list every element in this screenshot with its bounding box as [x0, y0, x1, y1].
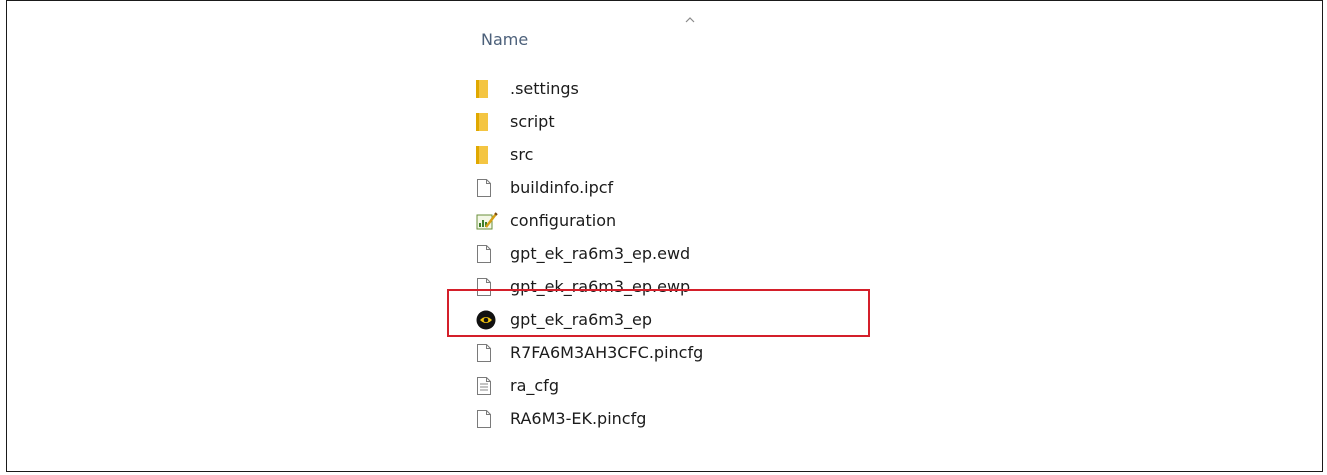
file-icon [476, 342, 498, 364]
file-name: R7FA6M3AH3CFC.pincfg [510, 342, 704, 362]
file-name: gpt_ek_ra6m3_ep [510, 309, 653, 329]
configuration-icon [476, 210, 498, 232]
text-file-icon [476, 375, 498, 397]
list-item-r7fa6m3-pincfg[interactable]: R7FA6M3AH3CFC.pincfg [476, 336, 703, 369]
list-item-configuration[interactable]: configuration [476, 204, 703, 237]
list-item-ewp-file[interactable]: gpt_ek_ra6m3_ep.ewp [476, 270, 703, 303]
file-name: RA6M3-EK.pincfg [510, 408, 647, 428]
folder-icon [476, 111, 498, 133]
list-item-workspace-file[interactable]: gpt_ek_ra6m3_ep [476, 303, 703, 336]
file-icon [476, 276, 498, 298]
file-name: .settings [510, 78, 579, 98]
list-item-settings-folder[interactable]: .settings [476, 72, 703, 105]
name-column-header[interactable]: Name [481, 30, 528, 49]
list-item-ewd-file[interactable]: gpt_ek_ra6m3_ep.ewd [476, 237, 703, 270]
file-icon [476, 243, 498, 265]
file-name: buildinfo.ipcf [510, 177, 614, 197]
file-name: gpt_ek_ra6m3_ep.ewp [510, 276, 691, 296]
file-name: gpt_ek_ra6m3_ep.ewd [510, 243, 691, 263]
file-icon [476, 177, 498, 199]
list-item-ra-cfg[interactable]: ra_cfg [476, 369, 703, 402]
list-item-src-folder[interactable]: src [476, 138, 703, 171]
file-name: configuration [510, 210, 617, 230]
file-icon [476, 408, 498, 430]
list-item-script-folder[interactable]: script [476, 105, 703, 138]
folder-icon [476, 78, 498, 100]
file-name: ra_cfg [510, 375, 559, 395]
file-list: .settings script src buildinfo.ipcf conf… [476, 72, 703, 435]
list-item-buildinfo[interactable]: buildinfo.ipcf [476, 171, 703, 204]
workspace-icon [476, 309, 498, 331]
folder-icon [476, 144, 498, 166]
file-name: script [510, 111, 555, 131]
file-name: src [510, 144, 534, 164]
list-item-ra6m3-ek-pincfg[interactable]: RA6M3-EK.pincfg [476, 402, 703, 435]
sort-ascending-icon[interactable] [685, 15, 695, 25]
